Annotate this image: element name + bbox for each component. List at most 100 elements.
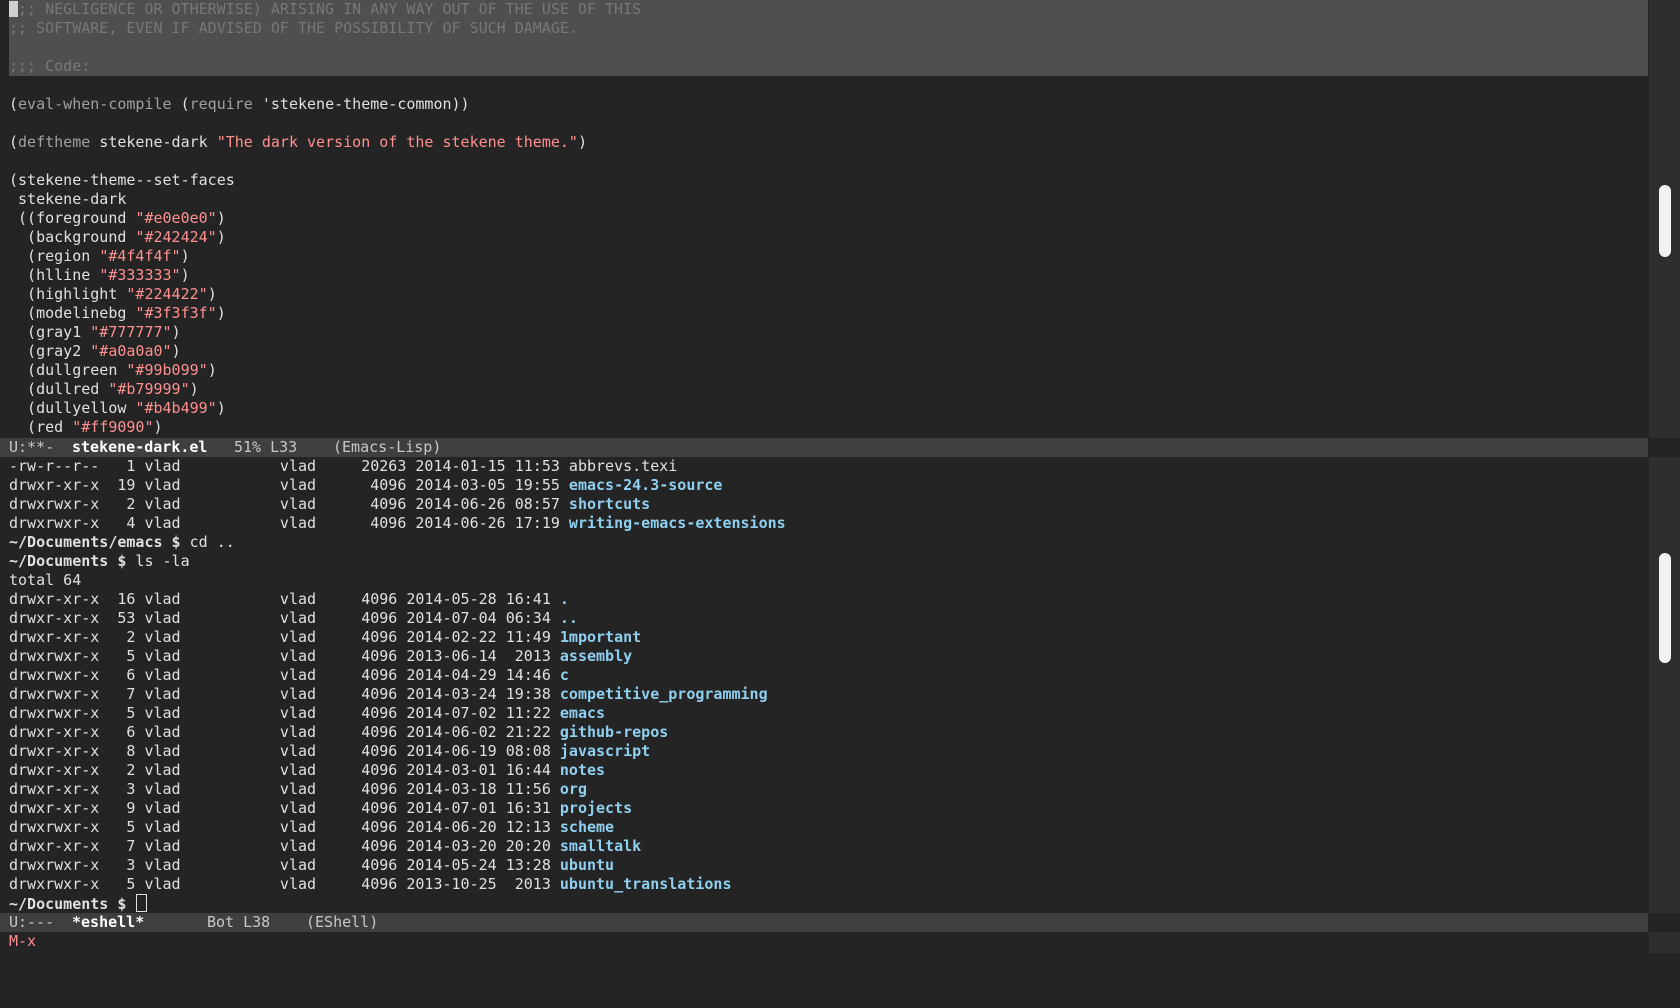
face-definition-line: (region "#4f4f4f")	[9, 247, 190, 265]
face-definition-line: (modelinebg "#3f3f3f")	[9, 304, 226, 322]
file-meta: drwxr-xr-x 16 vlad vlad 4096 2014-05-28 …	[9, 590, 560, 608]
file-meta: drwxrwxr-x 6 vlad vlad 4096 2014-04-29 1…	[9, 666, 560, 684]
modeline-major-mode: (Emacs-Lisp)	[333, 438, 442, 456]
file-meta: drwxr-xr-x 19 vlad vlad 4096 2014-03-05 …	[9, 476, 569, 494]
file-listing-row: drwxrwxr-x 5 vlad vlad 4096 2014-06-20 1…	[9, 818, 614, 837]
file-listing-row: drwxrwxr-x 7 vlad vlad 4096 2014-03-24 1…	[9, 685, 768, 704]
face-definition-line: (gray1 "#777777")	[9, 323, 181, 341]
file-meta: drwxrwxr-x 2 vlad vlad 4096 2014-06-26 0…	[9, 495, 569, 513]
file-name[interactable]: notes	[560, 761, 605, 779]
file-listing-row: drwxrwxr-x 5 vlad vlad 4096 2013-06-14 2…	[9, 647, 632, 666]
eval-when-compile-line: (eval-when-compile (require 'stekene-the…	[9, 95, 470, 113]
face-definition-line: (gray2 "#a0a0a0")	[9, 342, 181, 360]
file-name[interactable]: ubuntu_translations	[560, 875, 732, 893]
file-listing-row: drwxr-xr-x 8 vlad vlad 4096 2014-06-19 0…	[9, 742, 650, 761]
file-name[interactable]: projects	[560, 799, 632, 817]
eshell-modeline: U:--- *eshell* Bot L38 (EShell)	[0, 913, 1648, 932]
file-name[interactable]: org	[560, 780, 587, 798]
modeline-major-mode: (EShell)	[306, 913, 379, 931]
code-heading-comment: ;;; Code:	[9, 57, 91, 75]
minibuffer[interactable]: M-x	[9, 932, 36, 951]
set-faces-line: (stekene-theme--set-faces	[9, 171, 235, 189]
file-listing-row: drwxr-xr-x 2 vlad vlad 4096 2014-03-01 1…	[9, 761, 605, 780]
face-definition-line: (red "#ff9090")	[9, 418, 163, 436]
file-meta: drwxr-xr-x 2 vlad vlad 4096 2014-03-01 1…	[9, 761, 560, 779]
editor-window[interactable]: ;; NEGLIGENCE OR OTHERWISE) ARISING IN A…	[0, 0, 1648, 438]
file-name[interactable]: emacs-24.3-source	[569, 476, 723, 494]
file-meta: -rw-r--r-- 1 vlad vlad 20263 2014-01-15 …	[9, 457, 569, 475]
file-listing-row: drwxrwxr-x 5 vlad vlad 4096 2014-07-02 1…	[9, 704, 605, 723]
comment-line: ;; SOFTWARE, EVEN IF ADVISED OF THE POSS…	[9, 19, 578, 37]
file-name[interactable]: competitive_programming	[560, 685, 768, 703]
modeline-position: 51% L33	[234, 438, 298, 456]
face-definition-line: (dullyellow "#b4b499")	[9, 399, 226, 417]
face-definition-line: (highlight "#224422")	[9, 285, 217, 303]
modeline-buffer-name: *eshell*	[72, 913, 145, 931]
file-name[interactable]: writing-emacs-extensions	[569, 514, 786, 532]
file-name[interactable]: ubuntu	[560, 856, 614, 874]
face-definition-line: (background "#242424")	[9, 228, 226, 246]
file-name[interactable]: ..	[560, 609, 578, 627]
file-listing-row: drwxrwxr-x 3 vlad vlad 4096 2014-05-24 1…	[9, 856, 614, 875]
file-meta: drwxr-xr-x 8 vlad vlad 4096 2014-06-19 0…	[9, 742, 560, 760]
deftheme-line: (deftheme stekene-dark "The dark version…	[9, 133, 587, 151]
file-meta: drwxrwxr-x 4 vlad vlad 4096 2014-06-26 1…	[9, 514, 569, 532]
file-listing-row: drwxr-xr-x 3 vlad vlad 4096 2014-03-18 1…	[9, 780, 587, 799]
file-name[interactable]: shortcuts	[569, 495, 650, 513]
file-name[interactable]: emacs	[560, 704, 605, 722]
file-listing-row: drwxr-xr-x 6 vlad vlad 4096 2014-06-02 2…	[9, 723, 668, 742]
file-meta: drwxr-xr-x 2 vlad vlad 4096 2014-02-22 1…	[9, 628, 560, 646]
listing-total: total 64	[9, 571, 82, 589]
eshell-window[interactable]: -rw-r--r-- 1 vlad vlad 20263 2014-01-15 …	[0, 457, 1648, 913]
file-name[interactable]: .	[560, 590, 569, 608]
file-meta: drwxrwxr-x 5 vlad vlad 4096 2013-10-25 2…	[9, 875, 560, 893]
file-listing-row: drwxr-xr-x 16 vlad vlad 4096 2014-05-28 …	[9, 590, 569, 609]
file-name[interactable]: c	[560, 666, 569, 684]
minibuffer-scrollbar	[1649, 932, 1680, 953]
eshell-scrollbar[interactable]	[1649, 457, 1680, 913]
shell-prompt-line[interactable]: ~/Documents $	[9, 894, 148, 913]
file-meta: drwxr-xr-x 9 vlad vlad 4096 2014-07-01 1…	[9, 799, 560, 817]
face-definition-line: ((foreground "#e0e0e0")	[9, 209, 226, 227]
file-name[interactable]: scheme	[560, 818, 614, 836]
face-definition-line: (hlline "#333333")	[9, 266, 190, 284]
modeline-status: U:**-	[9, 438, 55, 456]
file-listing-row: drwxr-xr-x 7 vlad vlad 4096 2014-03-20 2…	[9, 837, 641, 856]
file-meta: drwxr-xr-x 7 vlad vlad 4096 2014-03-20 2…	[9, 837, 560, 855]
file-listing-row: drwxrwxr-x 6 vlad vlad 4096 2014-04-29 1…	[9, 666, 569, 685]
face-definition-line: (dullred "#b79999")	[9, 380, 199, 398]
text-cursor	[136, 894, 148, 912]
editor-modeline: U:**- stekene-dark.el 51% L33 (Emacs-Lis…	[0, 438, 1648, 457]
file-name[interactable]: 1mportant	[560, 628, 641, 646]
file-listing-row: drwxrwxr-x 4 vlad vlad 4096 2014-06-26 1…	[9, 514, 786, 533]
file-name[interactable]: github-repos	[560, 723, 668, 741]
file-meta: drwxrwxr-x 5 vlad vlad 4096 2013-06-14 2…	[9, 647, 560, 665]
file-listing-row: drwxr-xr-x 53 vlad vlad 4096 2014-07-04 …	[9, 609, 578, 628]
file-meta: drwxrwxr-x 5 vlad vlad 4096 2014-07-02 1…	[9, 704, 560, 722]
file-listing-row: drwxr-xr-x 2 vlad vlad 4096 2014-02-22 1…	[9, 628, 641, 647]
editor-scrollbar-thumb[interactable]	[1659, 185, 1671, 257]
file-name[interactable]: smalltalk	[560, 837, 641, 855]
face-definition-line: (dullgreen "#99b099")	[9, 361, 217, 379]
file-listing-row: drwxr-xr-x 19 vlad vlad 4096 2014-03-05 …	[9, 476, 722, 495]
theme-name-line: stekene-dark	[9, 190, 127, 208]
shell-command-line: ~/Documents/emacs $ cd ..	[9, 533, 235, 551]
file-listing-row: drwxr-xr-x 9 vlad vlad 4096 2014-07-01 1…	[9, 799, 632, 818]
file-meta: drwxr-xr-x 53 vlad vlad 4096 2014-07-04 …	[9, 609, 560, 627]
modeline-buffer-name: stekene-dark.el	[72, 438, 208, 456]
file-listing-row: drwxrwxr-x 2 vlad vlad 4096 2014-06-26 0…	[9, 495, 650, 514]
file-listing-row: -rw-r--r-- 1 vlad vlad 20263 2014-01-15 …	[9, 457, 677, 476]
file-meta: drwxr-xr-x 3 vlad vlad 4096 2014-03-18 1…	[9, 780, 560, 798]
editor-scrollbar[interactable]	[1649, 0, 1680, 438]
comment-line: ;; NEGLIGENCE OR OTHERWISE) ARISING IN A…	[9, 0, 641, 19]
file-name[interactable]: javascript	[560, 742, 650, 760]
text-cursor	[9, 1, 18, 17]
file-name[interactable]: abbrevs.texi	[569, 457, 677, 475]
file-listing-row: drwxrwxr-x 5 vlad vlad 4096 2013-10-25 2…	[9, 875, 731, 894]
shell-command-line: ~/Documents $ ls -la	[9, 552, 190, 570]
file-name[interactable]: assembly	[560, 647, 632, 665]
file-meta: drwxrwxr-x 7 vlad vlad 4096 2014-03-24 1…	[9, 685, 560, 703]
modeline-position: Bot L38	[207, 913, 271, 931]
eshell-scrollbar-thumb[interactable]	[1659, 553, 1671, 663]
file-meta: drwxr-xr-x 6 vlad vlad 4096 2014-06-02 2…	[9, 723, 560, 741]
